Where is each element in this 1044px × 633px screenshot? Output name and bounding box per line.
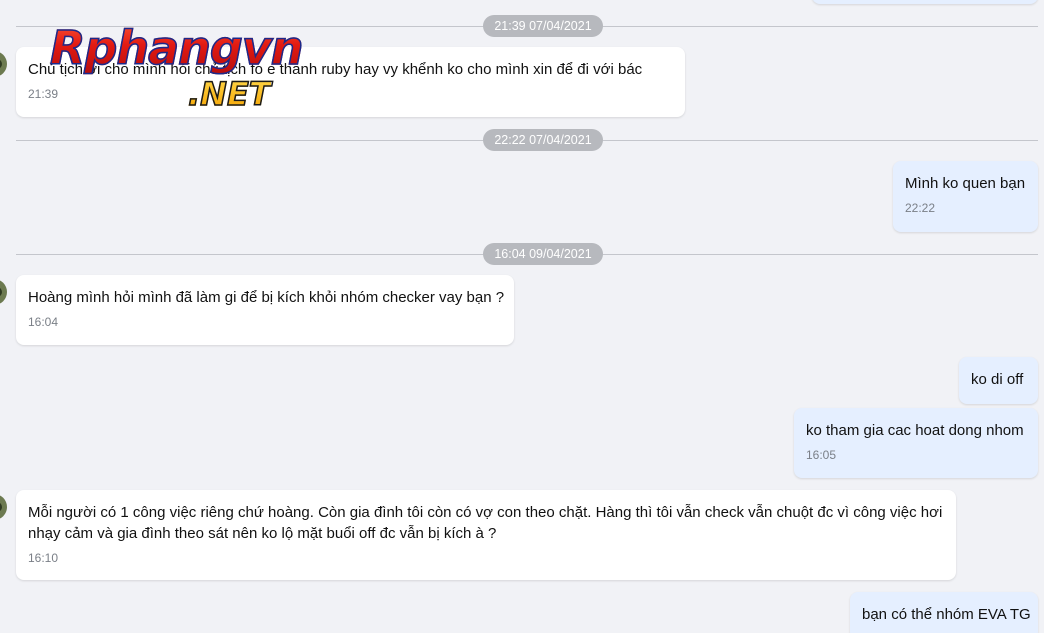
date-divider: 16:04 09/04/2021 — [16, 243, 1038, 265]
message-text: Mình ko quen bạn — [905, 175, 1026, 192]
message-text-line: nhạy cảm và gia đình theo sát nên ko lộ … — [28, 525, 497, 542]
message-bubble-incoming[interactable]: Mỗi người có 1 công việc riêng chứ hoàng… — [16, 490, 956, 580]
message-text: Chủ tịch ơi cho mình hỏi chủ tịch fo e t… — [28, 61, 643, 78]
message-time: 21:39 — [28, 87, 59, 101]
message-text-line: Mỗi người có 1 công việc riêng chứ hoàng… — [28, 504, 943, 521]
avatar[interactable] — [0, 51, 7, 77]
message-time: 22:22 — [905, 201, 936, 215]
avatar[interactable] — [0, 494, 7, 520]
date-divider: 22:22 07/04/2021 — [16, 129, 1038, 151]
date-divider: 21:39 07/04/2021 — [16, 15, 1038, 37]
message-text: bạn có thể nhóm EVA TG — [862, 606, 1031, 623]
message-bubble-incoming[interactable]: Hoàng mình hỏi mình đã làm gi để bị kích… — [16, 275, 514, 345]
message-text: Hoàng mình hỏi mình đã làm gi để bị kích… — [28, 289, 505, 306]
date-divider-label: 16:04 09/04/2021 — [483, 243, 603, 265]
message-bubble-incoming[interactable]: Chủ tịch ơi cho mình hỏi chủ tịch fo e t… — [16, 47, 685, 117]
message-bubble-outgoing[interactable]: ko tham gia cac hoat dong nhom 16:05 — [794, 408, 1038, 478]
chat-thread[interactable]: 21:39 07/04/2021 Chủ tịch ơi cho mình hỏ… — [0, 0, 1044, 633]
message-text: ko tham gia cac hoat dong nhom — [806, 422, 1024, 439]
message-time: 16:04 — [28, 315, 59, 329]
message-time: 16:05 — [806, 448, 837, 462]
message-bubble-outgoing[interactable]: ko di off — [959, 357, 1038, 404]
avatar[interactable] — [0, 279, 7, 305]
message-bubble-outgoing-partial[interactable] — [812, 0, 1038, 4]
date-divider-label: 21:39 07/04/2021 — [483, 15, 603, 37]
message-bubble-outgoing[interactable]: Mình ko quen bạn 22:22 — [893, 161, 1038, 232]
date-divider-label: 22:22 07/04/2021 — [483, 129, 603, 151]
message-text: ko di off — [971, 371, 1024, 388]
message-bubble-outgoing[interactable]: bạn có thể nhóm EVA TG — [850, 592, 1038, 633]
message-time: 16:10 — [28, 551, 59, 565]
